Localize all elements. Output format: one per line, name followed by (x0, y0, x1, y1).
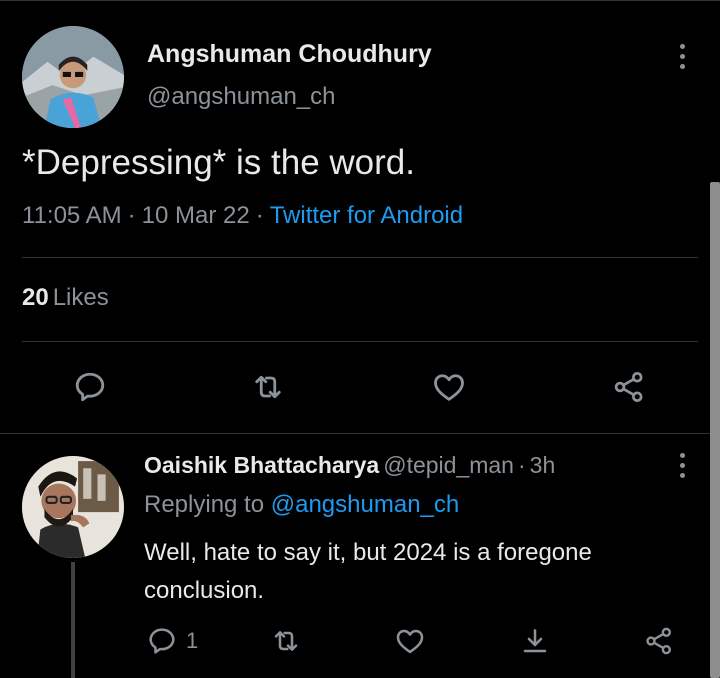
retweet-icon (255, 375, 281, 399)
meta-separator: · (127, 202, 136, 229)
divider (22, 257, 698, 258)
tweet-detail-page: Angshuman Choudhury @angshuman_ch *Depre… (0, 0, 720, 678)
tweet-source-link[interactable]: Twitter for Android (270, 202, 463, 229)
reply-header: Oaishik Bhattacharya @tepid_man · 3h (144, 452, 555, 479)
speech-bubble-icon (149, 628, 175, 654)
tweet-date[interactable]: 10 Mar 22 (142, 202, 250, 229)
heart-icon (434, 374, 464, 401)
avatar[interactable] (22, 456, 124, 558)
tweet-time[interactable]: 11:05 AM (22, 202, 122, 229)
more-vertical-icon[interactable] (670, 41, 694, 71)
reply-text: Well, hate to say it, but 2024 is a fore… (144, 539, 592, 604)
download-button[interactable] (519, 625, 551, 657)
reply-timestamp[interactable]: 3h (530, 452, 556, 478)
author-handle[interactable]: @angshuman_ch (147, 83, 335, 111)
header-separator: · (517, 452, 526, 478)
author-name[interactable]: Angshuman Choudhury (147, 40, 432, 69)
more-vertical-icon[interactable] (670, 450, 694, 480)
tweet-text: *Depressing* is the word. (22, 143, 415, 182)
like-button[interactable] (431, 369, 467, 405)
tweet-meta: 11:05 AM · 10 Mar 22 · Twitter for Android (22, 202, 463, 230)
heart-icon (396, 629, 424, 654)
top-divider (0, 0, 720, 1)
avatar-photo (22, 26, 124, 128)
likes-label: Likes (52, 284, 109, 311)
share-button[interactable] (643, 625, 675, 657)
like-button[interactable] (394, 625, 426, 657)
likes-count-link[interactable]: 20 Likes (22, 284, 109, 312)
section-divider (0, 433, 712, 434)
divider (22, 341, 698, 342)
reply-button[interactable] (72, 369, 108, 405)
reply-author-handle[interactable]: @tepid_man (383, 452, 514, 478)
avatar-photo (22, 456, 124, 558)
thread-line (71, 562, 75, 678)
retweet-button[interactable] (250, 369, 286, 405)
replying-to: Replying to @angshuman_ch (144, 491, 459, 519)
reply-count: 1 (186, 628, 199, 653)
retweet-icon (274, 631, 298, 651)
replying-to-mention[interactable]: @angshuman_ch (271, 491, 459, 518)
share-icon (614, 372, 643, 402)
speech-bubble-icon (75, 372, 105, 402)
meta-separator: · (255, 202, 264, 229)
share-icon (646, 627, 671, 655)
share-button[interactable] (611, 369, 647, 405)
retweet-button[interactable] (270, 625, 302, 657)
download-arrow-icon (523, 629, 547, 653)
reply-author-name[interactable]: Oaishik Bhattacharya (144, 452, 379, 478)
replying-to-label: Replying to (144, 491, 265, 518)
scrollbar[interactable] (710, 182, 720, 678)
avatar[interactable] (22, 26, 124, 128)
likes-count: 20 (22, 284, 49, 311)
reply-button[interactable]: 1 (146, 625, 198, 657)
